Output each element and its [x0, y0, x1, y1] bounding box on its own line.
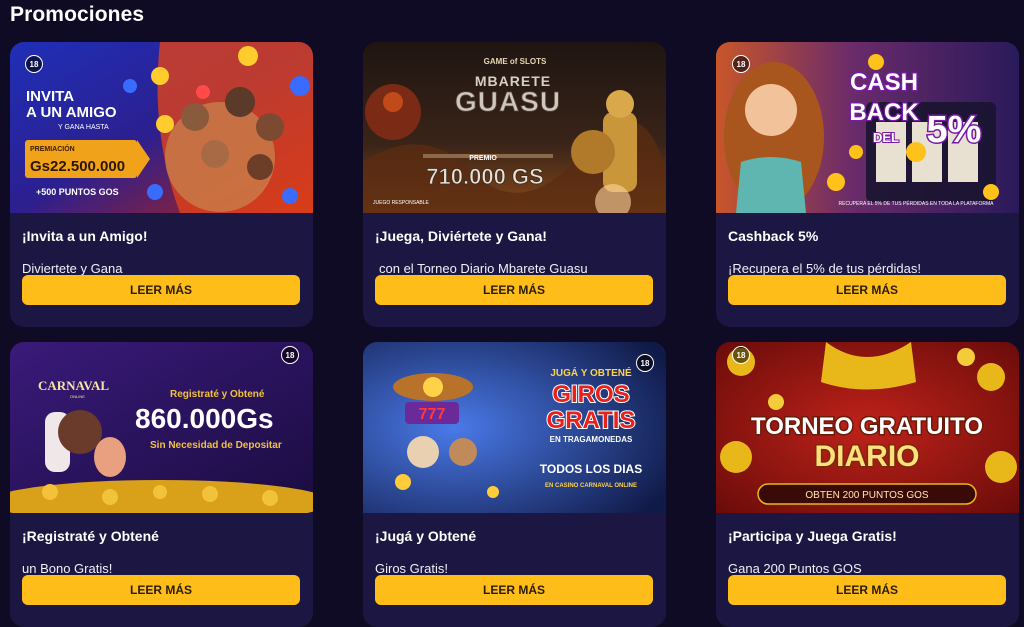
promo-subtitle: con el Torneo Diario Mbarete Guasu [379, 261, 588, 276]
banner5-reels: 777 [419, 406, 446, 423]
page-title: Promociones [10, 3, 145, 26]
age-restriction-icon: 18 [732, 346, 750, 364]
promo-banner-cashback[interactable]: CASH BACK DEL 5% RECUPERA EL 5% DE TUS P… [716, 42, 1019, 213]
promo-subtitle: Giros Gratis! [375, 561, 448, 576]
leer-mas-button[interactable]: LEER MÁS [22, 575, 300, 605]
promo-banner-giros-gratis[interactable]: 777 JUGÁ Y OBTENÉ GIROS GRATIS EN TRAGAM… [363, 342, 666, 513]
banner4-brand-sub: ONLINE [70, 394, 85, 399]
banner4-value: 860.000Gs [135, 403, 274, 434]
promo-subtitle: un Bono Gratis! [22, 561, 113, 576]
promo-subtitle: Diviertete y Gana [22, 261, 123, 276]
promo-card-mbarete-guasu[interactable]: GAME of SLOTS MBARETE GUASU PREMIO 710.0… [363, 42, 666, 327]
banner2-line2: GUASU [455, 86, 561, 117]
banner5-line6: EN CASINO CARNAVAL ONLINE [545, 483, 637, 489]
age-restriction-icon: 18 [732, 55, 750, 73]
banner2-footer: JUEGO RESPONSABLE [373, 200, 430, 206]
banner2-prize-value: 710.000 GS [426, 164, 543, 189]
promo-banner-mbarete-guasu[interactable]: GAME of SLOTS MBARETE GUASU PREMIO 710.0… [363, 42, 666, 213]
age-restriction-icon: 18 [25, 55, 43, 73]
promo-card-invita-amigo[interactable]: INVITA A UN AMIGO Y GANA HASTA PREMIACIÓ… [10, 42, 313, 327]
banner1-line3: Y GANA HASTA [58, 124, 109, 131]
banner1-prize-label: PREMIACIÓN [30, 144, 75, 153]
banner4-brand: CARNAVAL [38, 378, 109, 393]
banner5-line1: JUGÁ Y OBTENÉ [550, 366, 632, 379]
promo-title: ¡Participa y Juega Gratis! [728, 528, 897, 544]
banner2-prize-label: PREMIO [469, 155, 497, 162]
promo-card-registrate[interactable]: CARNAVAL ONLINE Registraté y Obtené 860.… [10, 342, 313, 627]
promo-card-torneo-gratuito[interactable]: TORNEO GRATUITO DIARIO OBTEN 200 PUNTOS … [716, 342, 1019, 627]
promo-banner-torneo-gratuito[interactable]: TORNEO GRATUITO DIARIO OBTEN 200 PUNTOS … [716, 342, 1019, 513]
banner6-line2: DIARIO [815, 440, 920, 473]
leer-mas-button[interactable]: LEER MÁS [728, 275, 1006, 305]
promo-card-giros-gratis[interactable]: 777 JUGÁ Y OBTENÉ GIROS GRATIS EN TRAGAM… [363, 342, 666, 627]
banner5-line3: GRATIS [547, 407, 636, 434]
banner5-line4: EN TRAGAMONEDAS [550, 435, 633, 444]
banner5-line5: TODOS LOS DIAS [540, 462, 642, 476]
banner6-footer: OBTEN 200 PUNTOS GOS [805, 490, 929, 501]
promo-card-cashback[interactable]: CASH BACK DEL 5% RECUPERA EL 5% DE TUS P… [716, 42, 1019, 327]
promo-title: ¡Invita a un Amigo! [22, 228, 148, 244]
banner6-line1: TORNEO GRATUITO [751, 413, 983, 440]
leer-mas-button[interactable]: LEER MÁS [375, 575, 653, 605]
banner3-line2: BACK [849, 99, 919, 126]
banner4-line2: Sin Necesidad de Depositar [150, 440, 282, 451]
banner1-extra: +500 PUNTOS GOS [36, 187, 119, 197]
promo-title: Cashback 5% [728, 228, 819, 244]
banner1-line2: A UN AMIGO [26, 104, 117, 121]
banner1-prize-value: Gs22.500.000 [30, 158, 125, 175]
promo-title: ¡Jugá y Obtené [375, 528, 477, 544]
promo-title: ¡Registraté y Obtené [22, 528, 159, 544]
banner3-footer: RECUPERA EL 5% DE TUS PÉRDIDAS EN TODA L… [839, 200, 995, 207]
promo-subtitle: Gana 200 Puntos GOS [728, 561, 862, 576]
promo-subtitle: ¡Recupera el 5% de tus pérdidas! [728, 261, 921, 276]
banner3-line3: DEL [873, 130, 899, 145]
leer-mas-button[interactable]: LEER MÁS [22, 275, 300, 305]
leer-mas-button[interactable]: LEER MÁS [375, 275, 653, 305]
leer-mas-button[interactable]: LEER MÁS [728, 575, 1006, 605]
age-restriction-icon: 18 [281, 346, 299, 364]
promo-banner-invita-amigo[interactable]: INVITA A UN AMIGO Y GANA HASTA PREMIACIÓ… [10, 42, 313, 213]
banner3-line1: CASH [850, 69, 918, 96]
banner5-line2: GIROS [552, 381, 629, 408]
age-restriction-icon: 18 [636, 354, 654, 372]
banner1-line1: INVITA [26, 88, 74, 105]
banner3-value: 5% [927, 109, 982, 151]
promo-banner-registrate[interactable]: CARNAVAL ONLINE Registraté y Obtené 860.… [10, 342, 313, 513]
promo-title: ¡Juega, Diviértete y Gana! [375, 228, 547, 244]
banner4-line1: Registraté y Obtené [170, 389, 265, 400]
banner2-logo: GAME of SLOTS [484, 57, 547, 66]
